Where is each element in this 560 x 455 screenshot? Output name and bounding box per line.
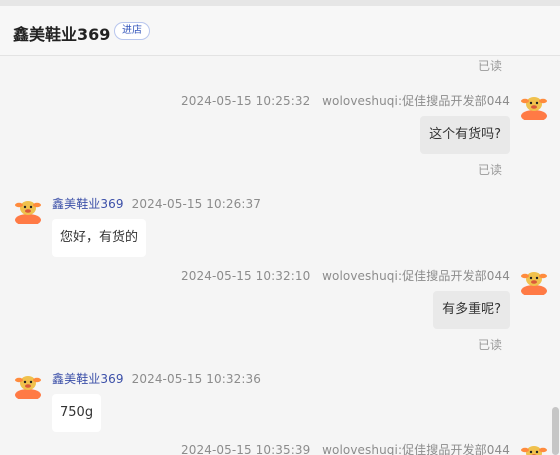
shop-name-title: 鑫美鞋业369 <box>13 25 111 44</box>
read-status: 已读 <box>477 59 502 73</box>
message-meta: 2024-05-15 10:35:39 woloveshuqi:促佳搜品开发部0… <box>181 441 510 455</box>
message-sender: 鑫美鞋业369 <box>52 372 124 386</box>
message-bubble[interactable]: 您好，有货的 <box>52 219 147 257</box>
message-sender: woloveshuqi:促佳搜品开发部044 <box>322 269 510 283</box>
message-time: 2024-05-15 10:26:37 <box>131 197 261 211</box>
chat-message-list[interactable]: 已读 2024-05-15 10:25:32 woloveshuqi:促佳搜品开… <box>0 57 560 455</box>
read-status: 已读 <box>477 338 502 352</box>
message-sender: woloveshuqi:促佳搜品开发部044 <box>322 94 510 108</box>
message-meta: 鑫美鞋业369 2024-05-15 10:32:36 <box>52 370 261 387</box>
shop-avatar-icon[interactable] <box>14 371 42 401</box>
enter-shop-button[interactable]: 进店 <box>114 22 150 40</box>
user-avatar-icon[interactable] <box>520 441 548 455</box>
message-sender: woloveshuqi:促佳搜品开发部044 <box>322 443 510 455</box>
message-bubble[interactable]: 750g <box>52 394 102 432</box>
read-status: 已读 <box>477 163 502 177</box>
shop-avatar-icon[interactable] <box>14 196 42 226</box>
message-bubble[interactable]: 有多重呢? <box>433 291 510 329</box>
message-meta: 2024-05-15 10:25:32 woloveshuqi:促佳搜品开发部0… <box>181 92 510 109</box>
message-meta: 2024-05-15 10:32:10 woloveshuqi:促佳搜品开发部0… <box>181 267 510 284</box>
message-time: 2024-05-15 10:32:10 <box>181 269 311 283</box>
chat-header: 鑫美鞋业369 进店 <box>0 6 560 56</box>
message-meta: 鑫美鞋业369 2024-05-15 10:26:37 <box>52 195 261 212</box>
message-time: 2024-05-15 10:35:39 <box>181 443 311 455</box>
user-avatar-icon[interactable] <box>520 267 548 297</box>
message-sender: 鑫美鞋业369 <box>52 197 124 211</box>
message-bubble[interactable]: 这个有货吗? <box>420 116 510 154</box>
message-time: 2024-05-15 10:32:36 <box>131 372 261 386</box>
chat-scrollbar[interactable] <box>552 407 559 455</box>
user-avatar-icon[interactable] <box>520 92 548 122</box>
message-time: 2024-05-15 10:25:32 <box>181 94 311 108</box>
